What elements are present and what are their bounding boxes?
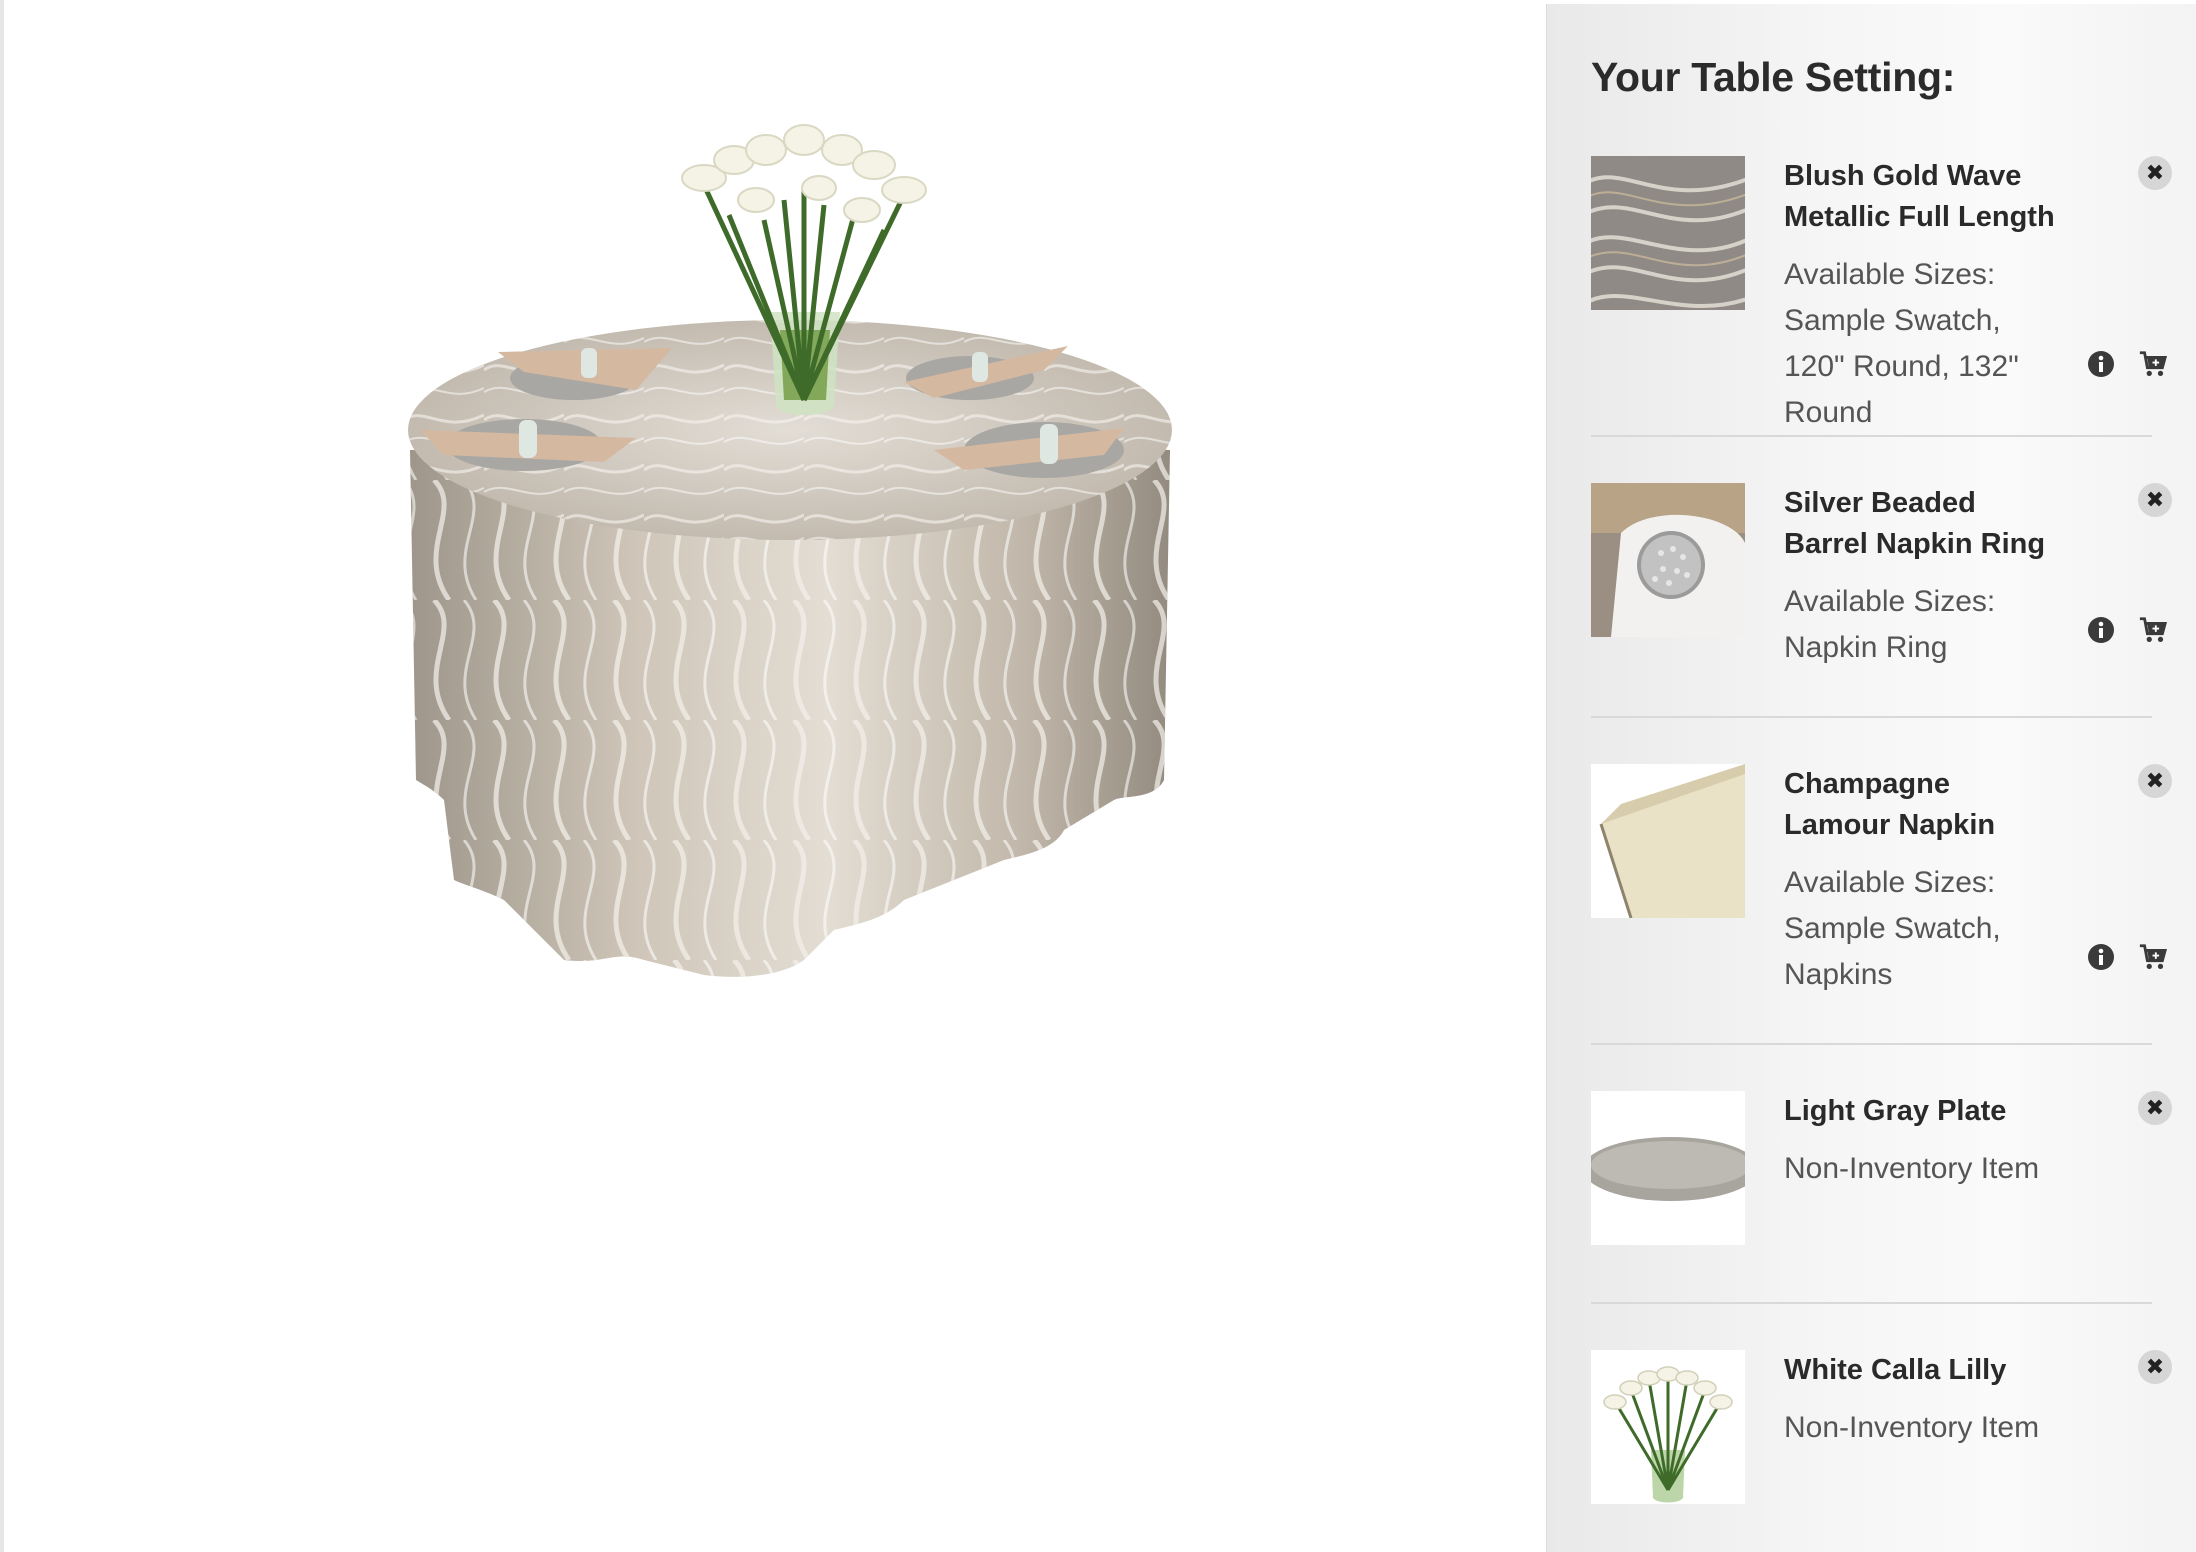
available-sizes-value: Sample Swatch, 120" Round, 132" Round — [1784, 304, 2019, 429]
info-icon[interactable] — [2086, 942, 2116, 972]
available-sizes: Available Sizes: Sample Swatch, 120" Rou… — [1784, 252, 2062, 436]
remove-item-button[interactable]: ✖ — [2138, 764, 2172, 798]
add-to-cart-icon[interactable] — [2138, 615, 2168, 645]
item-info: Silver Beaded Barrel Napkin Ring Availab… — [1784, 483, 2062, 671]
tablecloth — [408, 320, 1172, 977]
remove-item-button[interactable]: ✖ — [2138, 1350, 2172, 1384]
available-sizes-value: Sample Swatch, Napkins — [1784, 912, 2001, 991]
item-actions — [2086, 942, 2168, 972]
item-info: Light Gray Plate Non-Inventory Item — [1784, 1091, 2062, 1192]
remove-item-button[interactable]: ✖ — [2138, 483, 2172, 517]
table-setting-panel: Your Table Setting: Blush Gold Wave Meta… — [1546, 4, 2196, 1552]
close-icon: ✖ — [2145, 768, 2165, 793]
fabric-swatch-thumbnail[interactable] — [1591, 156, 1745, 310]
add-to-cart-icon[interactable] — [2138, 942, 2168, 972]
available-sizes-label: Available Sizes: — [1784, 866, 1996, 899]
item-info: Blush Gold Wave Metallic Full Length Ava… — [1784, 156, 2062, 436]
panel-title: Your Table Setting: — [1591, 54, 1956, 100]
available-sizes-label: Available Sizes: — [1784, 258, 1996, 291]
non-inventory-note: Non-Inventory Item — [1784, 1411, 2040, 1444]
info-icon[interactable] — [2086, 349, 2116, 379]
item-actions — [2086, 615, 2168, 645]
list-item: Light Gray Plate Non-Inventory Item ✖ — [1591, 1045, 2172, 1304]
item-info: White Calla Lilly Non-Inventory Item — [1784, 1350, 2062, 1451]
table-setting-illustration — [408, 124, 1172, 977]
list-item: Champagne Lamour Napkin Available Sizes:… — [1591, 718, 2172, 1045]
item-name[interactable]: Silver Beaded Barrel Napkin Ring — [1784, 483, 2062, 565]
remove-item-button[interactable]: ✖ — [2138, 156, 2172, 190]
item-info: Champagne Lamour Napkin Available Sizes:… — [1784, 764, 2062, 998]
add-to-cart-icon[interactable] — [2138, 349, 2168, 379]
non-inventory-note: Non-Inventory Item — [1784, 1152, 2040, 1185]
item-actions — [2086, 349, 2168, 379]
plate-thumbnail[interactable] — [1591, 1091, 1745, 1245]
item-name[interactable]: White Calla Lilly — [1784, 1350, 2062, 1391]
available-sizes: Available Sizes: Napkin Ring — [1784, 579, 2062, 671]
close-icon: ✖ — [2145, 160, 2165, 185]
available-sizes-value: Napkin Ring — [1784, 631, 1948, 664]
list-item: Blush Gold Wave Metallic Full Length Ava… — [1591, 156, 2172, 437]
info-icon[interactable] — [2086, 615, 2116, 645]
list-item: Silver Beaded Barrel Napkin Ring Availab… — [1591, 437, 2172, 718]
close-icon: ✖ — [2145, 1095, 2165, 1120]
item-name[interactable]: Light Gray Plate — [1784, 1091, 2062, 1132]
remove-item-button[interactable]: ✖ — [2138, 1091, 2172, 1125]
item-name[interactable]: Blush Gold Wave Metallic Full Length — [1784, 156, 2062, 238]
calla-lily-thumbnail[interactable] — [1591, 1350, 1745, 1504]
table-preview — [4, 0, 1546, 1552]
napkin-ring-thumbnail[interactable] — [1591, 483, 1745, 637]
close-icon: ✖ — [2145, 487, 2165, 512]
available-sizes-label: Available Sizes: — [1784, 585, 1996, 618]
close-icon: ✖ — [2145, 1354, 2165, 1379]
item-name[interactable]: Champagne Lamour Napkin — [1784, 764, 2062, 846]
folded-napkin-thumbnail[interactable] — [1591, 764, 1745, 918]
available-sizes: Available Sizes: Sample Swatch, Napkins — [1784, 860, 2062, 998]
list-item: White Calla Lilly Non-Inventory Item ✖ — [1591, 1304, 2172, 1524]
